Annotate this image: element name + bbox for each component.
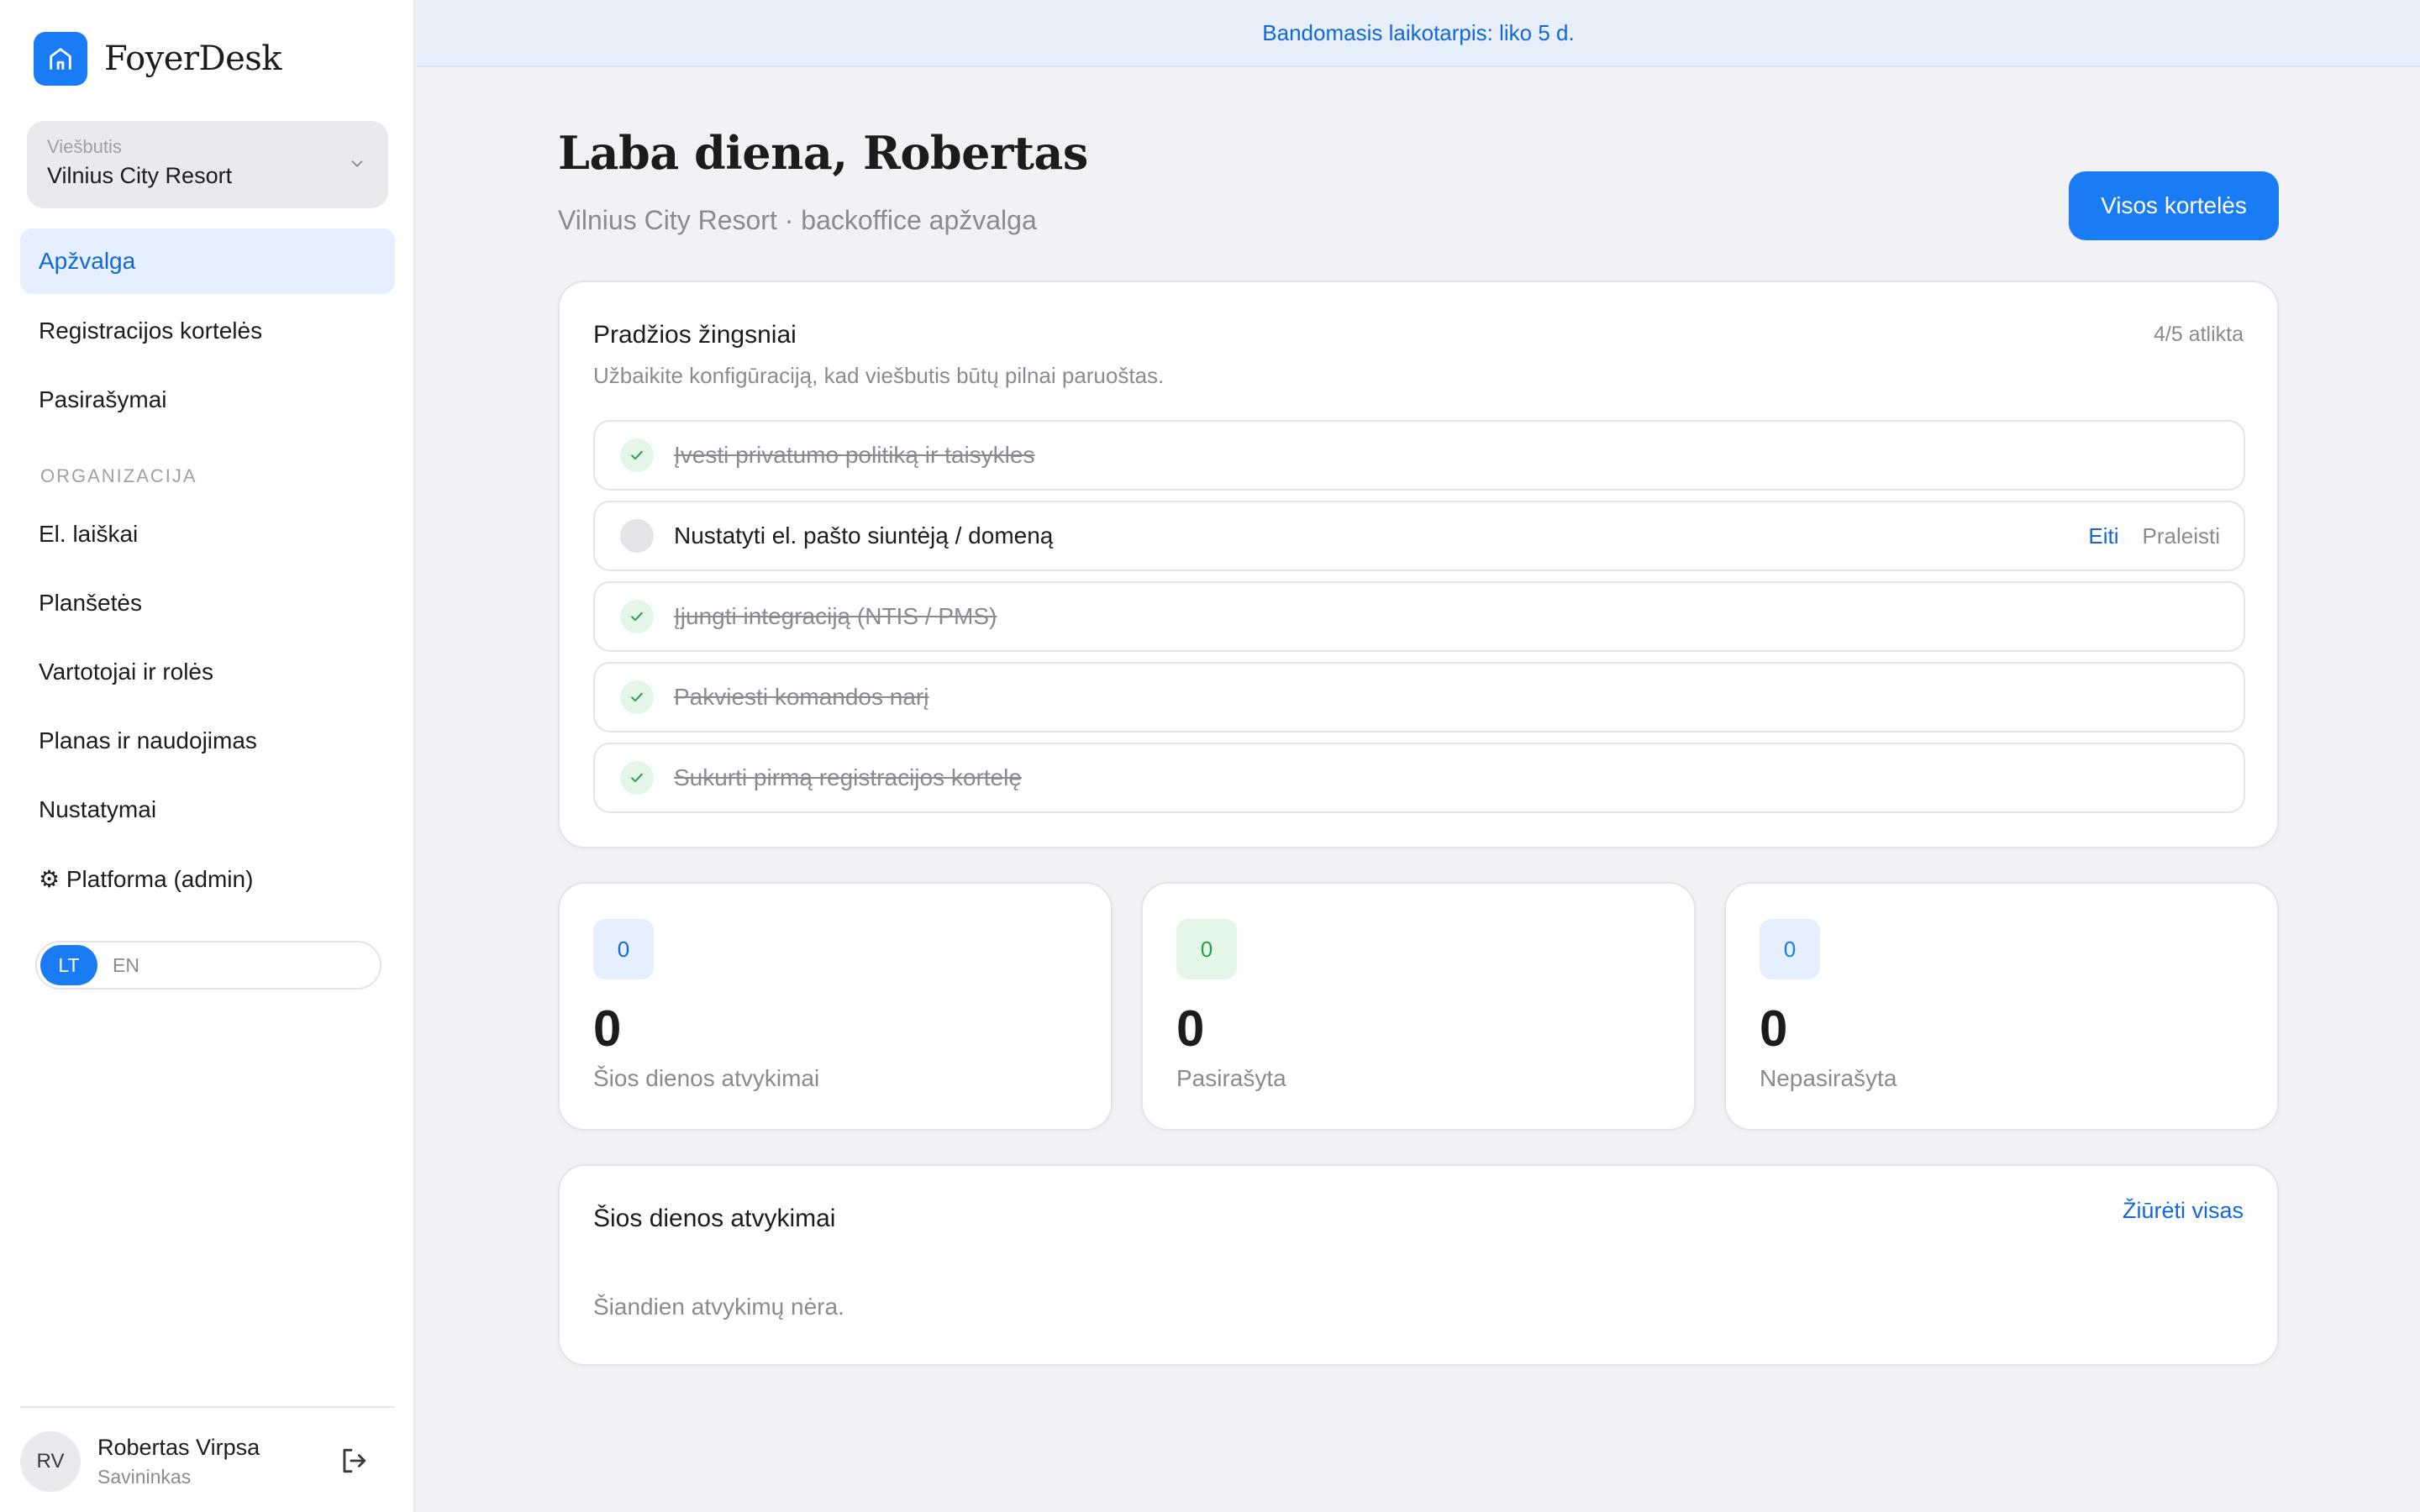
- onboarding-title: Pradžios žingsniai: [593, 321, 797, 349]
- home-icon: [34, 32, 87, 86]
- step-skip-link[interactable]: Praleisti: [2143, 523, 2220, 549]
- check-icon: [620, 438, 654, 472]
- user-name: Robertas Virpsa: [97, 1435, 260, 1460]
- step-label: Pakviesti komandos narį: [674, 684, 929, 710]
- hotel-select[interactable]: Viešbutis Vilnius City Resort: [27, 121, 388, 208]
- sidebar-item-settings[interactable]: Nustatymai: [20, 777, 395, 843]
- stat-badge: 0: [1176, 919, 1237, 979]
- avatar[interactable]: RV: [20, 1431, 81, 1492]
- sidebar-item-users-roles[interactable]: Vartotojai ir rolės: [20, 639, 395, 705]
- brand-name: FoyerDesk: [104, 39, 282, 78]
- logout-icon[interactable]: [338, 1445, 370, 1481]
- step-go-link[interactable]: Eiti: [2088, 523, 2118, 549]
- stat-label: Nepasirašyta: [1760, 1065, 1897, 1091]
- onboarding-progress: 4/5 atlikta: [2153, 323, 2244, 346]
- sidebar-section-organization: ORGANIZACIJA: [40, 465, 197, 486]
- sidebar: FoyerDesk Viešbutis Vilnius City Resort …: [0, 0, 415, 1512]
- onboarding-step: Pakviesti komandos narį: [593, 662, 2245, 732]
- sidebar-item-registration-cards[interactable]: Registracijos kortelės: [20, 298, 395, 364]
- step-label: Nustatyti el. pašto siuntėją / domeną: [674, 522, 1054, 549]
- stat-badge: 0: [593, 919, 654, 979]
- brand[interactable]: FoyerDesk: [34, 32, 282, 86]
- onboarding-step: Nustatyti el. pašto siuntėją / domeną Ei…: [593, 501, 2245, 571]
- hotel-select-label: Viešbutis: [47, 136, 122, 157]
- sidebar-item-plan-usage[interactable]: Planas ir naudojimas: [20, 708, 395, 774]
- stat-value: 0: [593, 1000, 622, 1057]
- view-all-link[interactable]: Žiūrėti visas: [2123, 1198, 2244, 1224]
- stat-label: Pasirašyta: [1176, 1065, 1286, 1091]
- sidebar-item-emails[interactable]: El. laiškai: [20, 501, 395, 567]
- sidebar-item-platform-admin[interactable]: ⚙ Platforma (admin): [20, 846, 395, 911]
- hotel-select-value: Vilnius City Resort: [47, 163, 233, 188]
- user-role: Savininkas: [97, 1466, 192, 1488]
- step-label: Įjungti integraciją (NTIS / PMS): [674, 603, 997, 629]
- check-icon: [620, 680, 654, 714]
- language-option-lt[interactable]: LT: [40, 945, 97, 985]
- sidebar-divider: [20, 1406, 395, 1408]
- stat-badge: 0: [1760, 919, 1820, 979]
- stat-card-signed[interactable]: 0 0 Pasirašyta: [1141, 882, 1696, 1131]
- arrivals-empty-state: Šiandien atvykimų nėra.: [593, 1294, 844, 1320]
- check-icon: [620, 600, 654, 633]
- onboarding-step: Sukurti pirmą registracijos kortelę: [593, 743, 2245, 813]
- stat-card-unsigned[interactable]: 0 0 Nepasirašyta: [1724, 882, 2279, 1131]
- onboarding-description: Užbaikite konfigūraciją, kad viešbutis b…: [593, 363, 1165, 388]
- page-title: Laba diena, Robertas: [558, 126, 1088, 180]
- language-option-en[interactable]: EN: [97, 945, 155, 985]
- stat-value: 0: [1176, 1000, 1205, 1057]
- step-label: Įvesti privatumo politiką ir taisykles: [674, 442, 1035, 468]
- sidebar-item-overview[interactable]: Apžvalga: [20, 228, 395, 294]
- all-cards-button[interactable]: Visos kortelės: [2069, 171, 2279, 240]
- page-subtitle: Vilnius City Resort · backoffice apžvalg…: [558, 205, 1037, 235]
- sidebar-item-signatures[interactable]: Pasirašymai: [20, 367, 395, 433]
- pending-circle-icon: [620, 519, 654, 553]
- onboarding-card: Pradžios žingsniai Užbaikite konfigūraci…: [558, 281, 2279, 848]
- onboarding-step: Įjungti integraciją (NTIS / PMS): [593, 581, 2245, 652]
- stat-card-arrivals[interactable]: 0 0 Šios dienos atvykimai: [558, 882, 1113, 1131]
- user-profile: RV Robertas Virpsa Savininkas: [20, 1430, 395, 1494]
- chevron-down-icon: [348, 155, 366, 177]
- language-toggle: LT EN: [35, 941, 381, 990]
- trial-banner: Bandomasis laikotarpis: liko 5 d.: [417, 0, 2420, 67]
- arrivals-title: Šios dienos atvykimai: [593, 1205, 836, 1232]
- arrivals-card: Šios dienos atvykimai Žiūrėti visas Šian…: [558, 1164, 2279, 1366]
- step-label: Sukurti pirmą registracijos kortelę: [674, 764, 1022, 790]
- stat-value: 0: [1760, 1000, 1788, 1057]
- onboarding-step: Įvesti privatumo politiką ir taisykles: [593, 420, 2245, 491]
- sidebar-item-tablets[interactable]: Planšetės: [20, 570, 395, 636]
- stat-label: Šios dienos atvykimai: [593, 1065, 820, 1091]
- check-icon: [620, 761, 654, 795]
